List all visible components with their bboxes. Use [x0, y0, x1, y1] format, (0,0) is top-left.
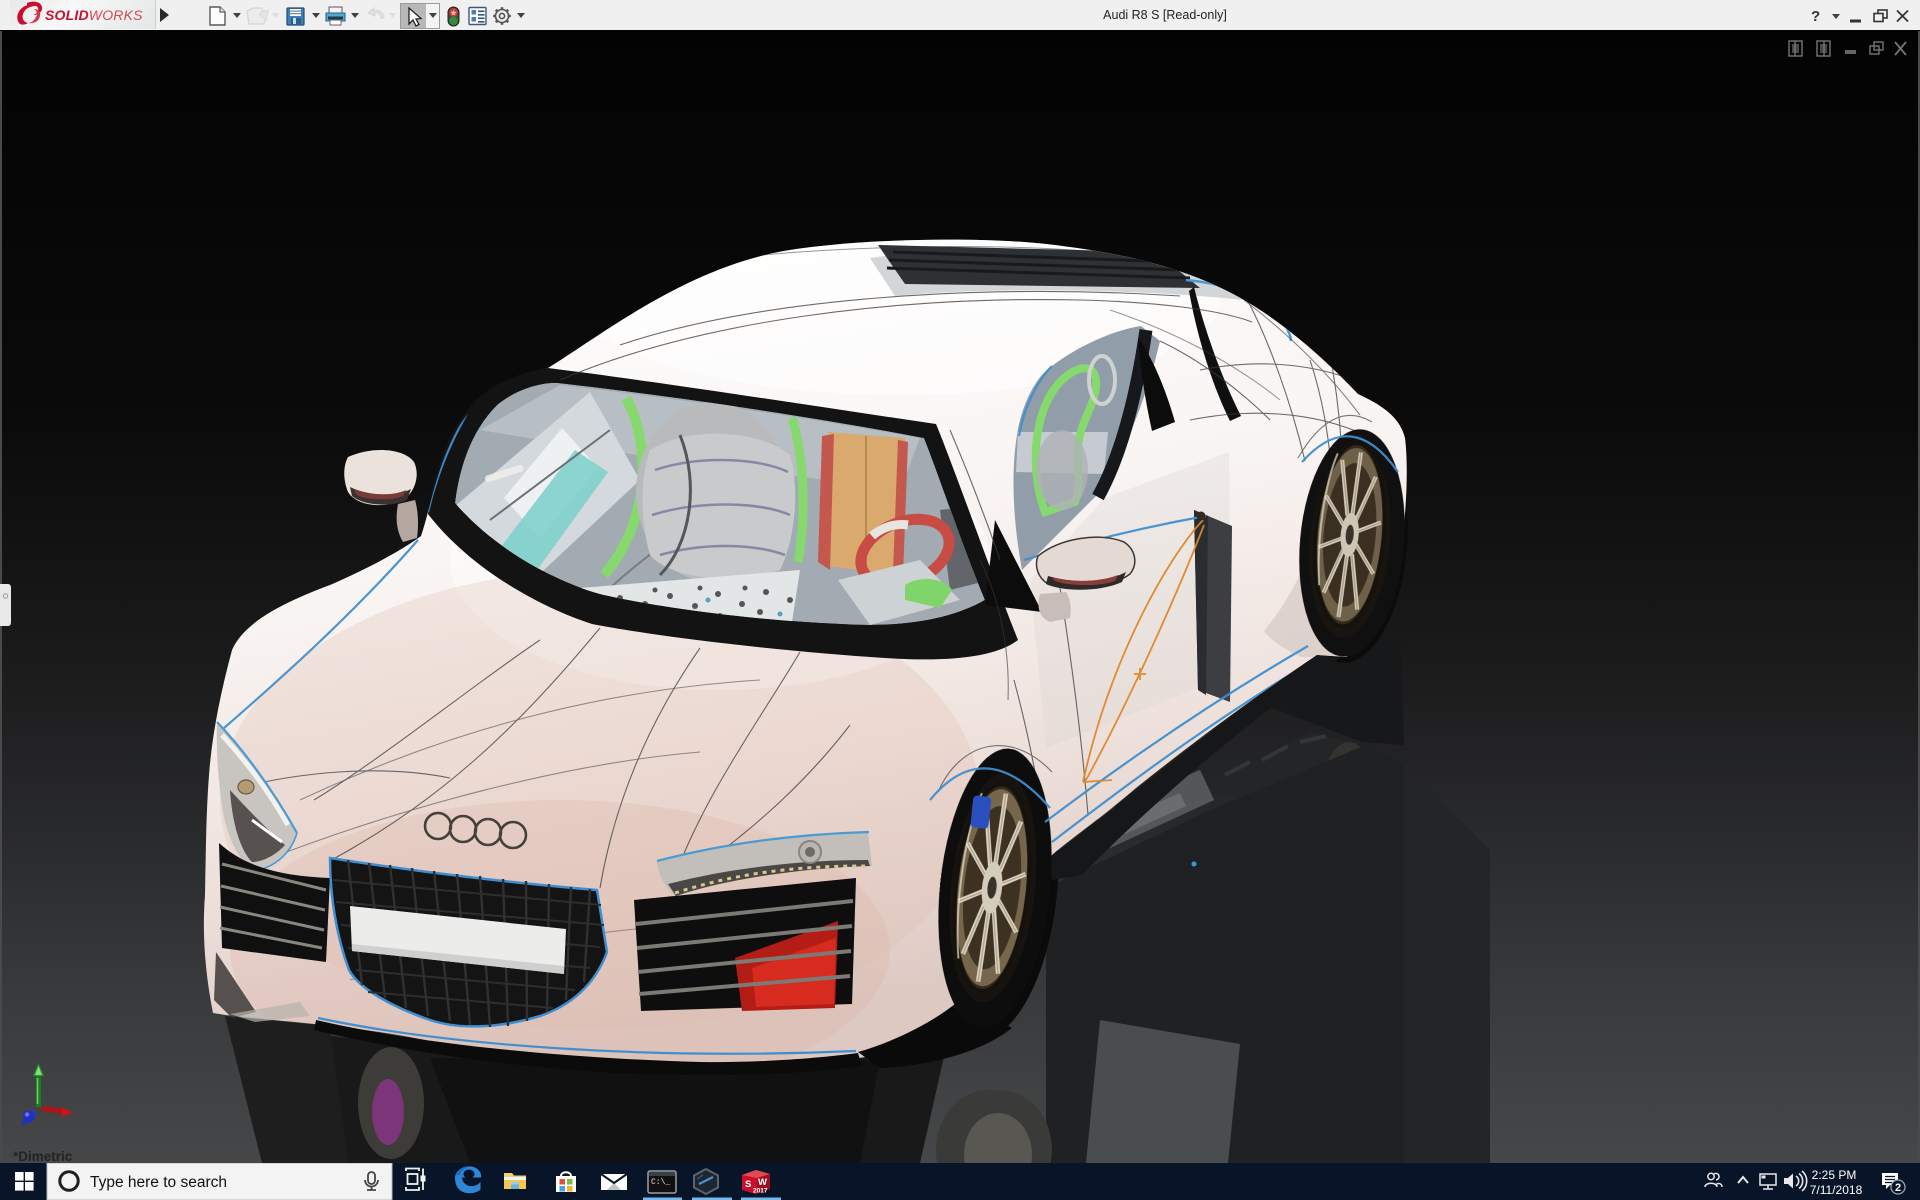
svg-text:7/11/2018: 7/11/2018 — [1810, 1183, 1863, 1197]
svg-text:2:25 PM: 2:25 PM — [1812, 1168, 1857, 1182]
svg-text:2: 2 — [1895, 1182, 1901, 1194]
svg-text:?: ? — [1811, 8, 1820, 25]
svg-text:Type here to search: Type here to search — [90, 1174, 227, 1191]
svg-text:C:\_: C:\_ — [651, 1178, 670, 1187]
svg-text:*Dimetric: *Dimetric — [13, 1149, 73, 1164]
svg-text:S: S — [745, 1179, 751, 1190]
svg-text:2017: 2017 — [753, 1188, 768, 1195]
svg-text:W: W — [758, 1177, 767, 1188]
